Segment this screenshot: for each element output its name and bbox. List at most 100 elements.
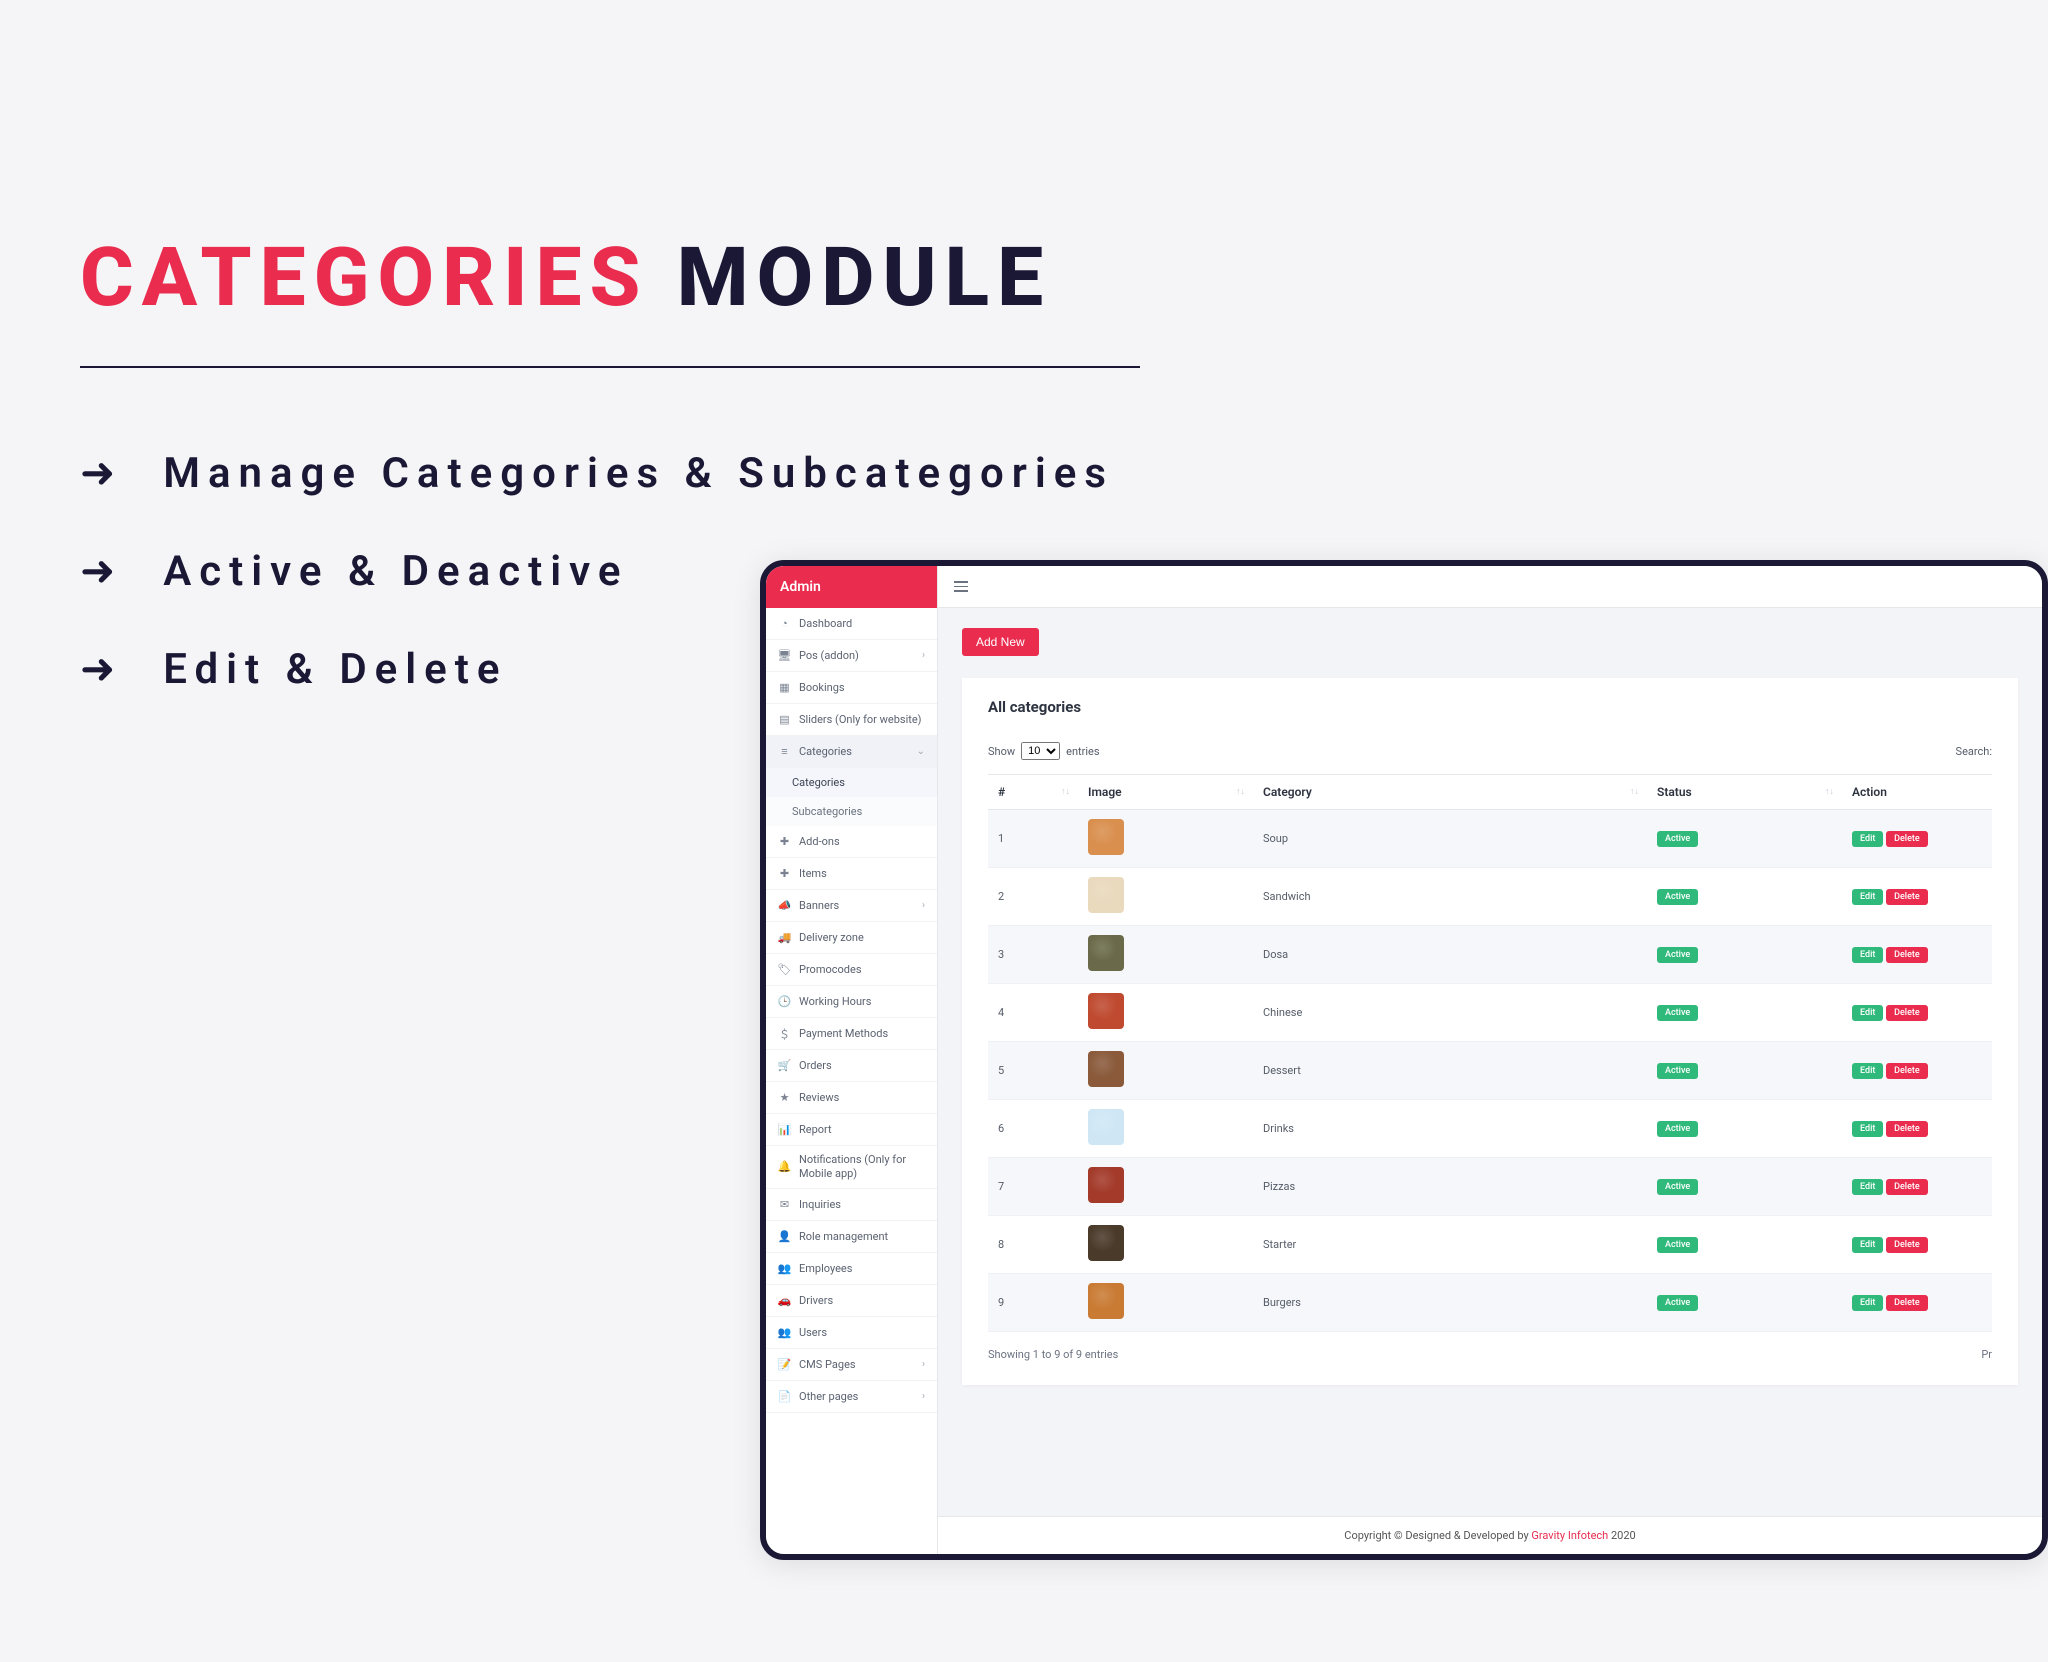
sidebar-item-bookings[interactable]: ▦Bookings [766,672,937,704]
sidebar-item-other-pages[interactable]: 📄Other pages› [766,1381,937,1413]
cell-number: 9 [988,1274,1078,1332]
sidebar-item-categories[interactable]: ≡Categories⌄ [766,736,937,768]
sidebar-item-report[interactable]: 📊Report [766,1114,937,1146]
th-action[interactable]: Action [1842,775,1992,810]
th-number[interactable]: # ↑↓ [988,775,1078,810]
table-info-row: Showing 1 to 9 of 9 entries Pr [988,1348,1992,1361]
gauge-icon: ◔ [778,617,791,630]
cell-actions: Edit Delete [1842,810,1992,868]
edit-button[interactable]: Edit [1852,947,1883,963]
sidebar-item-working-hours[interactable]: 🕒Working Hours [766,986,937,1018]
sidebar-subitem-subcategories[interactable]: Subcategories [766,797,937,826]
status-badge[interactable]: Active [1657,1121,1698,1137]
users2-icon: 👥 [778,1326,791,1339]
pagination-prev[interactable]: Pr [1981,1348,1992,1361]
calendar-icon: ▦ [778,681,791,694]
edit-button[interactable]: Edit [1852,889,1883,905]
table-row: 6DrinksActiveEdit Delete [988,1100,1992,1158]
delete-button[interactable]: Delete [1886,947,1928,963]
cell-image [1078,926,1253,984]
cell-category: Dosa [1253,926,1647,984]
delete-button[interactable]: Delete [1886,1237,1928,1253]
star-icon: ★ [778,1091,791,1104]
entries-select[interactable]: 10 [1021,742,1060,760]
status-badge[interactable]: Active [1657,1179,1698,1195]
main-area: Add New All categories Show 10 entries S… [938,566,2042,1554]
bullet-text: Active & Deactive [163,547,628,596]
sidebar-subitem-categories[interactable]: Categories [766,768,937,797]
edit-button[interactable]: Edit [1852,1063,1883,1079]
chevron-right-icon: › [922,1391,925,1402]
delete-button[interactable]: Delete [1886,1005,1928,1021]
sidebar-item-add-ons[interactable]: ✚Add-ons [766,826,937,858]
sidebar-item-employees[interactable]: 👥 Employees [766,1253,937,1285]
sidebar-item-payment-methods[interactable]: ＄Payment Methods [766,1018,937,1050]
delete-button[interactable]: Delete [1886,1295,1928,1311]
chevron-right-icon: › [922,650,925,661]
th-status[interactable]: Status ↑↓ [1647,775,1842,810]
sidebar-item-pos-addon[interactable]: 🖥Pos (addon)› [766,640,937,672]
table-row: 2SandwichActiveEdit Delete [988,868,1992,926]
edit-button[interactable]: Edit [1852,1121,1883,1137]
sidebar-item-drivers[interactable]: 🚗Drivers [766,1285,937,1317]
category-thumbnail [1088,1051,1124,1087]
sidebar-item-items[interactable]: ✚Items [766,858,937,890]
delete-button[interactable]: Delete [1886,1063,1928,1079]
edit-button[interactable]: Edit [1852,1295,1883,1311]
cell-number: 2 [988,868,1078,926]
status-badge[interactable]: Active [1657,1295,1698,1311]
megaphone-icon: 📣 [778,899,791,912]
sliders-icon: ▤ [778,713,791,726]
sidebar-item-orders[interactable]: 🛒Orders [766,1050,937,1082]
table-row: 1SoupActiveEdit Delete [988,810,1992,868]
footer-brand-link[interactable]: Gravity Infotech [1531,1529,1608,1542]
sidebar-item-users[interactable]: 👥Users [766,1317,937,1349]
sidebar-item-banners[interactable]: 📣Banners› [766,890,937,922]
users-icon: 👥 [778,1262,791,1275]
sidebar-item-dashboard[interactable]: ◔Dashboard [766,608,937,640]
status-badge[interactable]: Active [1657,1063,1698,1079]
list-icon: ≡ [778,745,791,758]
edit-button[interactable]: Edit [1852,1237,1883,1253]
edit-button[interactable]: Edit [1852,831,1883,847]
page2-icon: 📄 [778,1390,791,1403]
bullet-text: Edit & Delete [163,645,507,694]
sidebar-item-cms-pages[interactable]: 📝CMS Pages› [766,1349,937,1381]
cell-number: 1 [988,810,1078,868]
status-badge[interactable]: Active [1657,889,1698,905]
delete-button[interactable]: Delete [1886,831,1928,847]
plus-icon: ✚ [778,867,791,880]
sidebar-item-delivery-zone[interactable]: 🚚Delivery zone [766,922,937,954]
status-badge[interactable]: Active [1657,1005,1698,1021]
status-badge[interactable]: Active [1657,831,1698,847]
sidebar-item-sliders-only-for-website[interactable]: ▤ Sliders (Only for website) [766,704,937,736]
th-image[interactable]: Image ↑↓ [1078,775,1253,810]
sidebar-item-role-management[interactable]: 👤Role management [766,1221,937,1253]
sidebar-item-inquiries[interactable]: ✉Inquiries [766,1189,937,1221]
add-new-button[interactable]: Add New [962,628,1039,656]
status-badge[interactable]: Active [1657,947,1698,963]
status-badge[interactable]: Active [1657,1237,1698,1253]
delete-button[interactable]: Delete [1886,1179,1928,1195]
edit-button[interactable]: Edit [1852,1179,1883,1195]
delete-button[interactable]: Delete [1886,889,1928,905]
sidebar-item-label: Employees [799,1262,852,1275]
page-title: CATEGORIES MODULE [80,230,2048,326]
edit-button[interactable]: Edit [1852,1005,1883,1021]
hamburger-icon[interactable] [954,581,968,592]
table-row: 3DosaActiveEdit Delete [988,926,1992,984]
sidebar-item-label: CMS Pages [799,1358,856,1371]
sidebar-item-promocodes[interactable]: 🏷Promocodes [766,954,937,986]
th-category[interactable]: Category ↑↓ [1253,775,1647,810]
delete-button[interactable]: Delete [1886,1121,1928,1137]
sidebar-item-label: Delivery zone [799,931,864,944]
arrow-icon: ➜ [80,448,115,498]
sidebar-item-notifications-only-for-mobile-app[interactable]: 🔔Notifications (Only for Mobile app) [766,1146,937,1189]
cell-status: Active [1647,1158,1842,1216]
sidebar-item-reviews[interactable]: ★Reviews [766,1082,937,1114]
sidebar-item-label: Categories [799,745,852,758]
title-rest: MODULE [648,230,1051,326]
sidebar-item-label: Banners [799,899,839,912]
page-icon: 📝 [778,1358,791,1371]
sidebar-item-label: Sliders (Only for website) [799,713,922,726]
